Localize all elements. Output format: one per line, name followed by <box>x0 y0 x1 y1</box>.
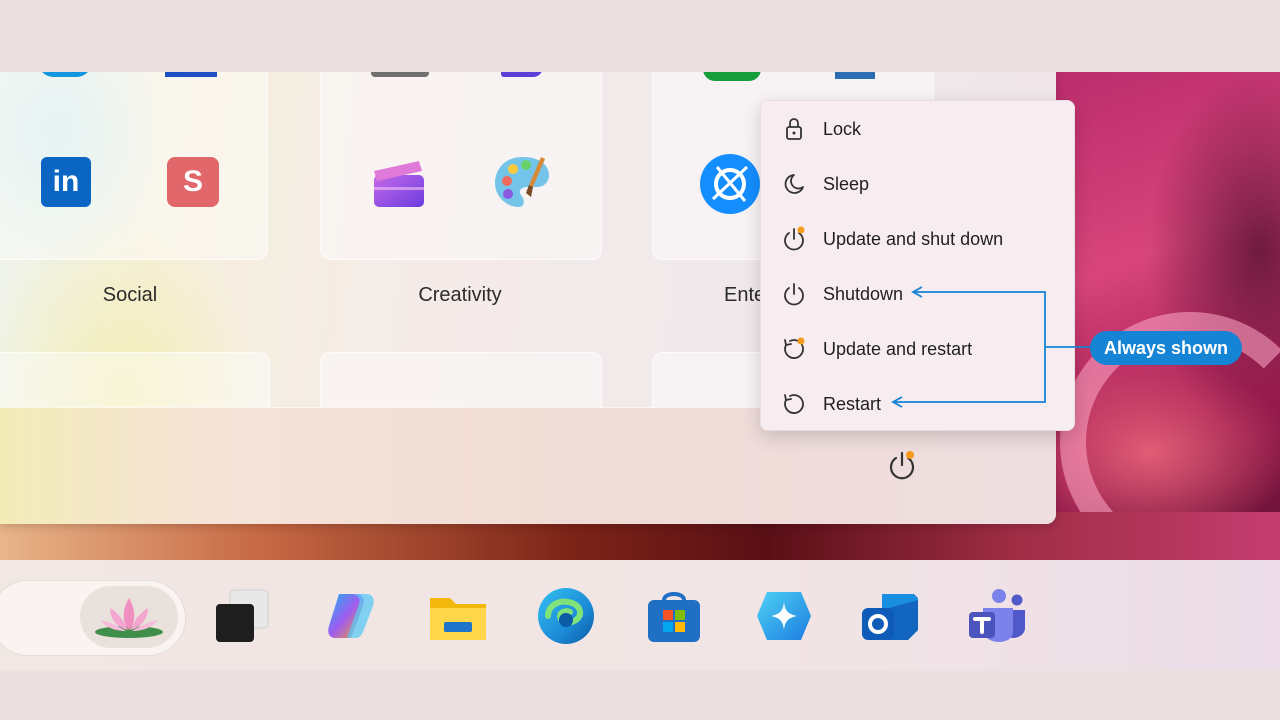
teams-icon[interactable] <box>967 586 1027 646</box>
group-label-social: Social <box>102 284 158 306</box>
store-icon[interactable] <box>644 586 704 646</box>
swiftkey-icon[interactable]: S <box>167 157 219 207</box>
menu-item-label: Update and shut down <box>823 228 1004 249</box>
app-icon-partial[interactable] <box>835 72 875 79</box>
clipchamp-icon[interactable] <box>371 157 427 209</box>
paint-icon[interactable] <box>493 153 553 211</box>
taskbar <box>0 560 1280 670</box>
group-label-entertainment: Ente <box>724 284 766 306</box>
menu-item-shutdown[interactable]: Shutdown <box>767 270 1070 318</box>
swiftkey-glyph: S <box>182 165 203 198</box>
file-explorer-icon[interactable] <box>428 586 488 646</box>
menu-item-lock[interactable]: Lock <box>767 105 1070 153</box>
app-icon-partial[interactable] <box>371 72 429 77</box>
menu-item-label: Shutdown <box>823 283 904 304</box>
always-shown-callout: Always shown <box>1090 331 1242 365</box>
lock-icon <box>781 116 807 142</box>
update-restart-icon <box>781 336 807 362</box>
battlenet-icon[interactable] <box>699 153 761 215</box>
menu-item-label: Update and restart <box>823 338 973 359</box>
restart-icon <box>781 391 807 417</box>
copilot-plus-icon[interactable] <box>753 586 813 646</box>
moon-icon <box>781 171 807 197</box>
update-power-icon <box>781 226 807 252</box>
outlook-icon[interactable] <box>860 586 920 646</box>
edge-icon[interactable] <box>536 586 596 646</box>
menu-item-label: Sleep <box>823 173 870 194</box>
power-icon[interactable] <box>886 450 918 482</box>
task-view-icon[interactable] <box>212 586 272 646</box>
linkedin-glyph: in <box>52 165 80 198</box>
power-menu: Lock Sleep Update and shut down Shutdown… <box>760 100 1075 431</box>
power-icon <box>781 281 807 307</box>
linkedin-icon[interactable]: in <box>41 157 91 207</box>
lotus-icon[interactable] <box>80 586 178 648</box>
menu-item-label: Lock <box>823 118 862 139</box>
menu-item-update-shutdown[interactable]: Update and shut down <box>767 215 1070 263</box>
menu-item-label: Restart <box>823 393 882 414</box>
group-label-creativity: Creativity <box>418 284 502 306</box>
copilot-icon[interactable] <box>321 586 381 646</box>
group-card-creativity[interactable] <box>320 72 602 260</box>
menu-item-restart[interactable]: Restart <box>767 380 1070 428</box>
group-card-social[interactable]: in S <box>0 72 268 260</box>
app-icon-partial[interactable] <box>501 72 543 77</box>
screen: in S Social Creativity Ente Lock Sleep U… <box>0 72 1280 670</box>
app-icon-partial[interactable] <box>165 72 217 77</box>
menu-item-sleep[interactable]: Sleep <box>767 160 1070 208</box>
app-icon-partial[interactable] <box>703 72 761 81</box>
skype-icon[interactable] <box>39 72 91 77</box>
menu-item-update-restart[interactable]: Update and restart <box>767 325 1070 373</box>
